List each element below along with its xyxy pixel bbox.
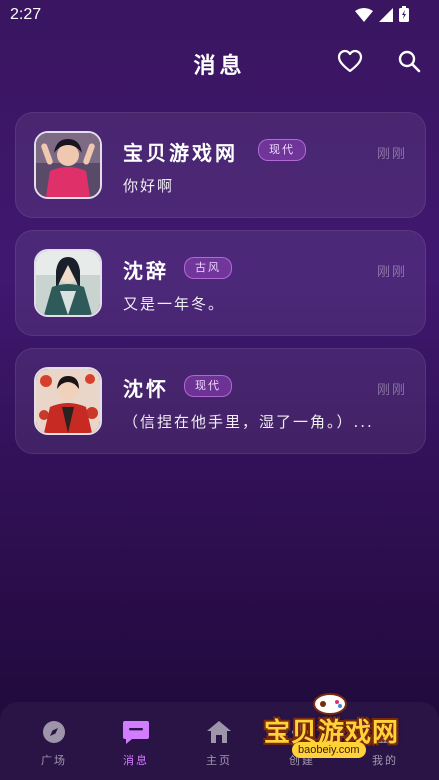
avatar — [34, 249, 102, 317]
page-title: 消息 — [193, 54, 246, 79]
tab-label: 消息 — [123, 754, 149, 767]
message-time: 刚刚 — [376, 147, 407, 162]
style-tag: 现代 — [184, 375, 232, 397]
watermark-url: baobeiy.com — [292, 742, 366, 758]
status-time: 2:27 — [10, 6, 42, 23]
message-preview: 又是一年冬。 — [123, 295, 226, 313]
tab-home[interactable]: 主页 — [189, 718, 249, 772]
watermark-logo: 宝贝游戏网 baobeiy.com — [262, 690, 412, 760]
status-icons — [355, 6, 409, 26]
status-bar: 2:27 — [0, 0, 439, 32]
message-time: 刚刚 — [376, 383, 407, 398]
tab-label: 广场 — [41, 754, 67, 767]
battery-icon — [399, 6, 409, 26]
tab-messages[interactable]: 消息 — [106, 718, 166, 772]
avatar — [34, 367, 102, 435]
chat-bubble-icon — [106, 718, 166, 746]
tab-plaza[interactable]: 广场 — [24, 718, 84, 772]
conversation-item[interactable]: 沈辞 古风 刚刚 又是一年冬。 — [15, 230, 426, 336]
contact-name: 宝贝游戏网 — [123, 141, 238, 165]
contact-name: 沈辞 — [123, 259, 169, 283]
wifi-icon — [355, 7, 373, 26]
header: 消息 — [0, 40, 439, 86]
signal-icon — [379, 7, 393, 26]
conversation-item[interactable]: 宝贝游戏网 现代 刚刚 你好啊 — [15, 112, 426, 218]
conversation-item[interactable]: 沈怀 现代 刚刚 （信捏在他手里，湿了一角。）... — [15, 348, 426, 454]
style-tag: 现代 — [258, 139, 306, 161]
home-icon — [189, 718, 249, 746]
heart-icon — [337, 49, 363, 77]
message-preview: （信捏在他手里，湿了一角。）... — [123, 413, 374, 431]
contact-name: 沈怀 — [123, 377, 169, 401]
search-button[interactable] — [394, 48, 424, 78]
style-tag: 古风 — [184, 257, 232, 279]
avatar — [34, 131, 102, 199]
message-preview: 你好啊 — [123, 177, 175, 195]
favorites-button[interactable] — [335, 48, 365, 78]
tab-label: 主页 — [206, 754, 232, 767]
compass-icon — [24, 718, 84, 746]
message-time: 刚刚 — [376, 265, 407, 280]
search-icon — [397, 49, 421, 77]
